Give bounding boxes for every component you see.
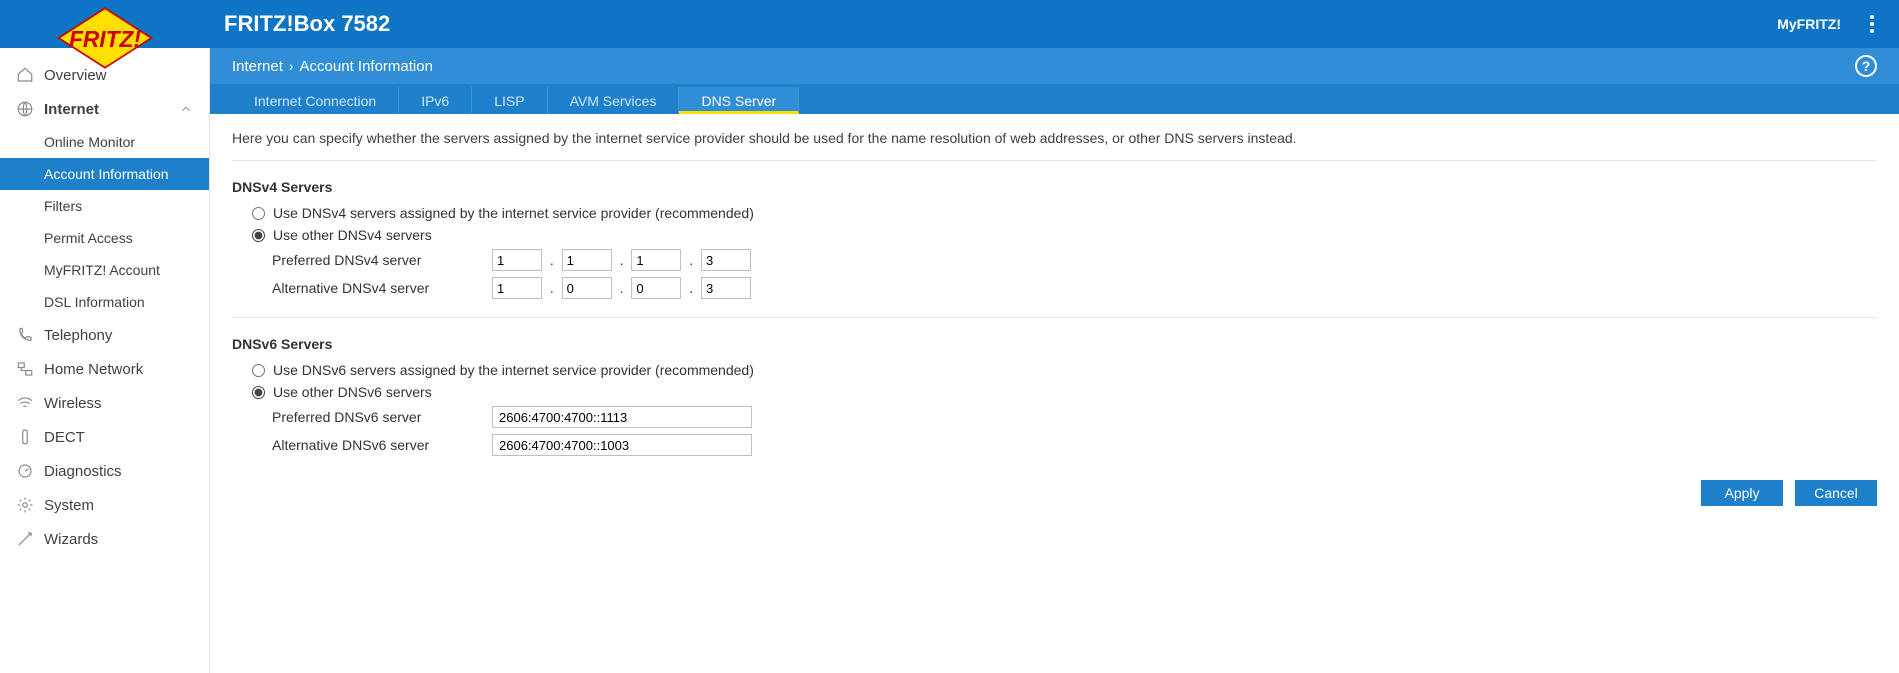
- dnsv4-other-option[interactable]: Use other DNSv4 servers: [252, 227, 1877, 243]
- tab-ipv6[interactable]: IPv6: [399, 87, 472, 114]
- dot-separator: .: [550, 252, 554, 268]
- sidebar: Overview Internet Online Monitor Account…: [0, 48, 210, 673]
- radio-label: Use other DNSv6 servers: [273, 384, 432, 400]
- network-icon: [16, 360, 34, 378]
- sidebar-item-label: Wireless: [44, 395, 102, 412]
- breadcrumb-bar: Internet › Account Information ?: [210, 48, 1899, 84]
- fritz-logo: FRITZ!: [0, 3, 210, 45]
- dnsv4-isp-radio[interactable]: [252, 207, 265, 220]
- dnsv6-pref-input[interactable]: [492, 406, 752, 428]
- myfritz-link[interactable]: MyFRITZ!: [1777, 16, 1841, 32]
- tab-dns-server[interactable]: DNS Server: [679, 87, 799, 114]
- help-icon[interactable]: ?: [1855, 55, 1877, 77]
- sidebar-item-wireless[interactable]: Wireless: [0, 386, 209, 420]
- tab-avm-services[interactable]: AVM Services: [548, 87, 680, 114]
- sidebar-item-wizards[interactable]: Wizards: [0, 522, 209, 556]
- dnsv4-alt-octet-2[interactable]: [562, 277, 612, 299]
- tab-lisp[interactable]: LISP: [472, 87, 547, 114]
- sidebar-item-label: Diagnostics: [44, 463, 122, 480]
- sidebar-sub-online-monitor[interactable]: Online Monitor: [0, 126, 209, 158]
- dnsv6-isp-option[interactable]: Use DNSv6 servers assigned by the intern…: [252, 362, 1877, 378]
- dnsv4-alt-octet-1[interactable]: [492, 277, 542, 299]
- diagnostics-icon: [16, 462, 34, 480]
- sidebar-item-label: System: [44, 497, 94, 514]
- dnsv4-pref-label: Preferred DNSv4 server: [272, 252, 492, 268]
- dnsv4-alt-label: Alternative DNSv4 server: [272, 280, 492, 296]
- content-pane: Here you can specify whether the servers…: [210, 114, 1899, 673]
- tab-internet-connection[interactable]: Internet Connection: [232, 87, 399, 114]
- sidebar-item-label: Wizards: [44, 531, 98, 548]
- breadcrumb-leaf: Account Information: [300, 58, 433, 75]
- device-title: FRITZ!Box 7582: [210, 11, 1777, 37]
- radio-label: Use DNSv4 servers assigned by the intern…: [273, 205, 754, 221]
- dot-separator: .: [550, 280, 554, 296]
- sidebar-item-label: Telephony: [44, 327, 112, 344]
- dnsv6-alt-input[interactable]: [492, 434, 752, 456]
- sidebar-item-label: Home Network: [44, 361, 143, 378]
- dnsv4-other-radio[interactable]: [252, 229, 265, 242]
- home-icon: [16, 66, 34, 84]
- dot-separator: .: [620, 252, 624, 268]
- dnsv4-pref-input-group: . . .: [492, 249, 751, 271]
- dnsv4-alt-octet-3[interactable]: [631, 277, 681, 299]
- sidebar-item-label: Internet: [44, 101, 99, 118]
- sidebar-sub-filters[interactable]: Filters: [0, 190, 209, 222]
- chevron-up-icon: [179, 102, 193, 116]
- tab-strip: Internet Connection IPv6 LISP AVM Servic…: [210, 84, 1899, 114]
- dnsv6-other-option[interactable]: Use other DNSv6 servers: [252, 384, 1877, 400]
- radio-label: Use DNSv6 servers assigned by the intern…: [273, 362, 754, 378]
- phone-icon: [16, 326, 34, 344]
- sidebar-item-dect[interactable]: DECT: [0, 420, 209, 454]
- apply-button[interactable]: Apply: [1701, 480, 1783, 506]
- dot-separator: .: [689, 252, 693, 268]
- wizard-icon: [16, 530, 34, 548]
- wifi-icon: [16, 394, 34, 412]
- cancel-button[interactable]: Cancel: [1795, 480, 1877, 506]
- breadcrumb-chevron-icon: ›: [289, 58, 294, 74]
- sidebar-item-telephony[interactable]: Telephony: [0, 318, 209, 352]
- sidebar-item-system[interactable]: System: [0, 488, 209, 522]
- sidebar-item-home-network[interactable]: Home Network: [0, 352, 209, 386]
- sidebar-sub-permit-access[interactable]: Permit Access: [0, 222, 209, 254]
- globe-icon: [16, 100, 34, 118]
- dect-icon: [16, 428, 34, 446]
- radio-label: Use other DNSv4 servers: [273, 227, 432, 243]
- dnsv4-pref-octet-2[interactable]: [562, 249, 612, 271]
- dnsv4-pref-octet-3[interactable]: [631, 249, 681, 271]
- kebab-menu-icon[interactable]: [1863, 15, 1881, 33]
- top-bar: FRITZ! FRITZ!Box 7582 MyFRITZ!: [0, 0, 1899, 48]
- section-title-dnsv4: DNSv4 Servers: [232, 179, 1877, 195]
- page-description: Here you can specify whether the servers…: [232, 130, 1877, 161]
- section-divider: [232, 317, 1877, 318]
- dnsv4-alt-octet-4[interactable]: [701, 277, 751, 299]
- sidebar-item-internet[interactable]: Internet: [0, 92, 209, 126]
- dnsv6-isp-radio[interactable]: [252, 364, 265, 377]
- dnsv4-alt-input-group: . . .: [492, 277, 751, 299]
- dnsv6-other-radio[interactable]: [252, 386, 265, 399]
- sidebar-item-diagnostics[interactable]: Diagnostics: [0, 454, 209, 488]
- sidebar-sub-myfritz-account[interactable]: MyFRITZ! Account: [0, 254, 209, 286]
- sidebar-sub-dsl-information[interactable]: DSL Information: [0, 286, 209, 318]
- sidebar-item-label: DECT: [44, 429, 85, 446]
- dnsv4-pref-octet-1[interactable]: [492, 249, 542, 271]
- dnsv6-alt-label: Alternative DNSv6 server: [272, 437, 492, 453]
- dnsv4-isp-option[interactable]: Use DNSv4 servers assigned by the intern…: [252, 205, 1877, 221]
- sidebar-sub-account-information[interactable]: Account Information: [0, 158, 209, 190]
- dot-separator: .: [689, 280, 693, 296]
- gear-icon: [16, 496, 34, 514]
- breadcrumb-root[interactable]: Internet: [232, 58, 283, 75]
- dot-separator: .: [620, 280, 624, 296]
- dnsv6-pref-label: Preferred DNSv6 server: [272, 409, 492, 425]
- section-title-dnsv6: DNSv6 Servers: [232, 336, 1877, 352]
- svg-text:FRITZ!: FRITZ!: [69, 26, 141, 52]
- dnsv4-pref-octet-4[interactable]: [701, 249, 751, 271]
